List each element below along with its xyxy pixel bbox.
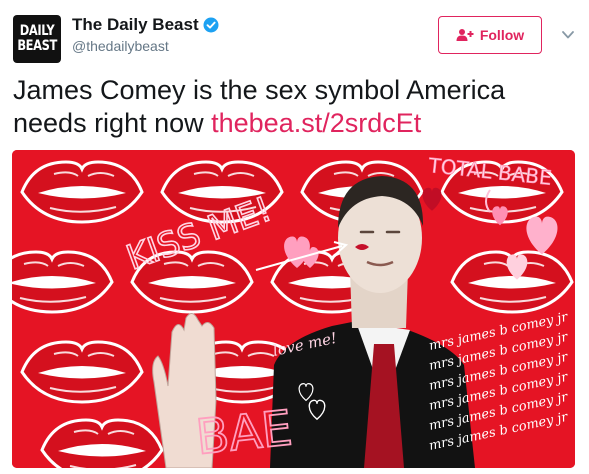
add-user-icon (456, 29, 474, 41)
account-name-row: The Daily Beast (72, 15, 219, 35)
verified-badge-icon (203, 17, 219, 33)
avatar-line-1: DAILY (19, 23, 55, 39)
chevron-down-icon[interactable] (562, 30, 574, 40)
comey-collage-image: mrs james b comey jr mrs james b comey j… (12, 150, 575, 468)
label-bae: BAE (193, 400, 294, 466)
user-handle[interactable]: @thedailybeast (72, 38, 169, 54)
tweet-image[interactable]: mrs james b comey jr mrs james b comey j… (12, 150, 575, 468)
follow-label: Follow (479, 27, 525, 43)
tweet-link[interactable]: thebea.st/2srdcEt (211, 108, 421, 138)
display-name[interactable]: The Daily Beast (72, 15, 199, 35)
avatar[interactable]: DAILY BEAST (13, 15, 61, 63)
avatar-line-2: BEAST (17, 38, 57, 54)
follow-button[interactable]: Follow (438, 16, 542, 54)
tweet-text: James Comey is the sex symbol America ne… (13, 74, 579, 140)
